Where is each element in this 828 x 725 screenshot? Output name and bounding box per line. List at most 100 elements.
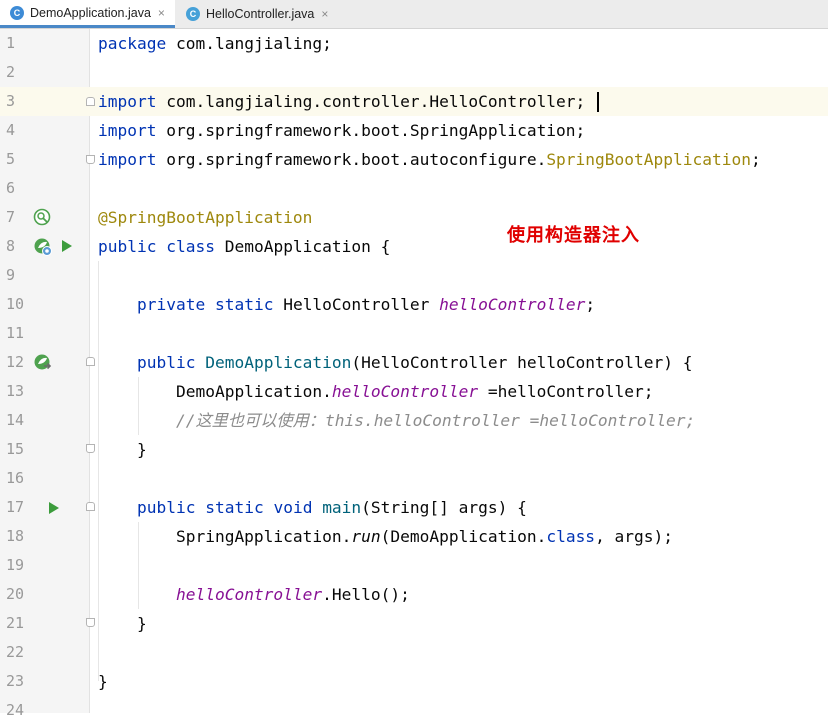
- line-number: 14: [6, 411, 25, 429]
- spring-bean-icon[interactable]: [33, 208, 51, 226]
- run-icon[interactable]: [60, 238, 74, 254]
- code-line[interactable]: 22: [0, 638, 828, 667]
- code-text[interactable]: import org.springframework.boot.autoconf…: [98, 145, 761, 174]
- fold-marker[interactable]: [86, 618, 95, 627]
- code-line[interactable]: 9: [0, 261, 828, 290]
- fold-marker[interactable]: [86, 502, 95, 511]
- code-line[interactable]: 4 import org.springframework.boot.SpringA…: [0, 116, 828, 145]
- fold-marker[interactable]: [86, 155, 95, 164]
- code-text[interactable]: package com.langjialing;: [98, 29, 332, 58]
- code-token: com.langjialing.controller.HelloControll…: [156, 92, 586, 111]
- code-line[interactable]: 23}: [0, 667, 828, 696]
- code-token: public: [98, 237, 157, 256]
- code-line[interactable]: 13 DemoApplication.helloController =hell…: [0, 377, 828, 406]
- code-token: org.springframework.boot.autoconfigure.: [156, 150, 547, 169]
- code-text[interactable]: public static void main(String[] args) {: [98, 493, 527, 522]
- indent-guide: [138, 377, 139, 435]
- line-number: 4: [6, 121, 16, 139]
- code-token: com.langjialing;: [166, 34, 332, 53]
- code-token: //这里也可以使用：this.helloController =helloCon…: [175, 411, 696, 430]
- code-token: , args);: [595, 527, 674, 546]
- code-text[interactable]: }: [98, 435, 147, 464]
- code-text[interactable]: private static HelloController helloCont…: [98, 290, 595, 319]
- spring-app-icon[interactable]: [33, 237, 53, 257]
- code-line[interactable]: 21 }: [0, 609, 828, 638]
- tab-hellocontroller[interactable]: C HelloController.java ×: [176, 0, 346, 28]
- code-text[interactable]: @SpringBootApplication: [98, 203, 312, 232]
- editor-tab-bar: C DemoApplication.java × C HelloControll…: [0, 0, 828, 29]
- code-token: @SpringBootApplication: [98, 208, 313, 227]
- code-line[interactable]: 7 @SpringBootApplication: [0, 203, 828, 232]
- code-text[interactable]: }: [98, 609, 147, 638]
- code-text[interactable]: //这里也可以使用：this.helloController =helloCon…: [98, 406, 695, 435]
- code-line[interactable]: 17 public static void main(String[] args…: [0, 493, 828, 522]
- code-line[interactable]: 8 public class DemoApplication {: [0, 232, 828, 261]
- code-token: (HelloController helloController) {: [351, 353, 693, 372]
- code-token: import: [98, 121, 157, 140]
- fold-marker[interactable]: [86, 357, 95, 366]
- code-line[interactable]: 18 SpringApplication.run(DemoApplication…: [0, 522, 828, 551]
- code-line[interactable]: 16: [0, 464, 828, 493]
- annotation-note: 使用构造器注入: [507, 225, 640, 246]
- code-text[interactable]: helloController.Hello();: [98, 580, 410, 609]
- code-line[interactable]: 2: [0, 58, 828, 87]
- line-number: 8: [6, 237, 16, 255]
- code-token: main: [322, 498, 362, 517]
- code-token: run: [351, 527, 381, 546]
- line-number: 24: [6, 701, 25, 719]
- code-token: public: [136, 498, 196, 517]
- code-token: public: [136, 353, 196, 372]
- code-token: }: [98, 440, 147, 459]
- code-token: .Hello();: [322, 585, 410, 604]
- code-line[interactable]: 6: [0, 174, 828, 203]
- code-text[interactable]: SpringApplication.run(DemoApplication.cl…: [98, 522, 673, 551]
- spring-boot-class-icon: C: [10, 5, 24, 20]
- code-token: }: [98, 672, 108, 691]
- close-icon[interactable]: ×: [158, 6, 165, 20]
- code-line[interactable]: 14 //这里也可以使用：this.helloController =hello…: [0, 406, 828, 435]
- code-token: helloController: [331, 382, 479, 401]
- code-line[interactable]: 15 }: [0, 435, 828, 464]
- line-number: 16: [6, 469, 25, 487]
- tab-demoapplication[interactable]: C DemoApplication.java ×: [0, 0, 175, 28]
- code-text[interactable]: import com.langjialing.controller.HelloC…: [98, 87, 585, 116]
- line-number: 23: [6, 672, 25, 690]
- code-line[interactable]: 1 package com.langjialing;: [0, 29, 828, 58]
- code-line[interactable]: 12 public DemoApplication(HelloControlle…: [0, 348, 828, 377]
- code-line[interactable]: 24: [0, 696, 828, 725]
- fold-marker[interactable]: [86, 444, 95, 453]
- code-token: DemoApplication.: [98, 382, 332, 401]
- code-line[interactable]: 11: [0, 319, 828, 348]
- java-class-icon: C: [186, 7, 200, 21]
- code-text[interactable]: }: [98, 667, 108, 696]
- line-number: 17: [6, 498, 25, 516]
- code-line[interactable]: 20 helloController.Hello();: [0, 580, 828, 609]
- code-token: }: [98, 614, 147, 633]
- spring-autowired-icon[interactable]: [33, 353, 53, 373]
- code-text[interactable]: DemoApplication.helloController =helloCo…: [98, 377, 654, 406]
- line-number: 2: [6, 63, 16, 81]
- run-icon[interactable]: [47, 500, 61, 516]
- line-number: 6: [6, 179, 16, 197]
- code-token: (DemoApplication.: [380, 527, 547, 546]
- code-text[interactable]: import org.springframework.boot.SpringAp…: [98, 116, 585, 145]
- indent-guide: [98, 261, 99, 681]
- code-text[interactable]: public DemoApplication(HelloController h…: [98, 348, 693, 377]
- code-line[interactable]: 5 import org.springframework.boot.autocon…: [0, 145, 828, 174]
- code-line[interactable]: 19: [0, 551, 828, 580]
- close-icon[interactable]: ×: [321, 7, 328, 21]
- code-line[interactable]: 10 private static HelloController helloC…: [0, 290, 828, 319]
- code-text[interactable]: public class DemoApplication {: [98, 232, 390, 261]
- code-token: helloController: [175, 585, 323, 604]
- code-line[interactable]: 3 import com.langjialing.controller.Hello…: [0, 87, 828, 116]
- line-number: 11: [6, 324, 25, 342]
- code-token: SpringApplication.: [98, 527, 352, 546]
- code-token: class: [546, 527, 596, 546]
- code-token: static: [205, 498, 264, 517]
- fold-marker[interactable]: [86, 97, 95, 106]
